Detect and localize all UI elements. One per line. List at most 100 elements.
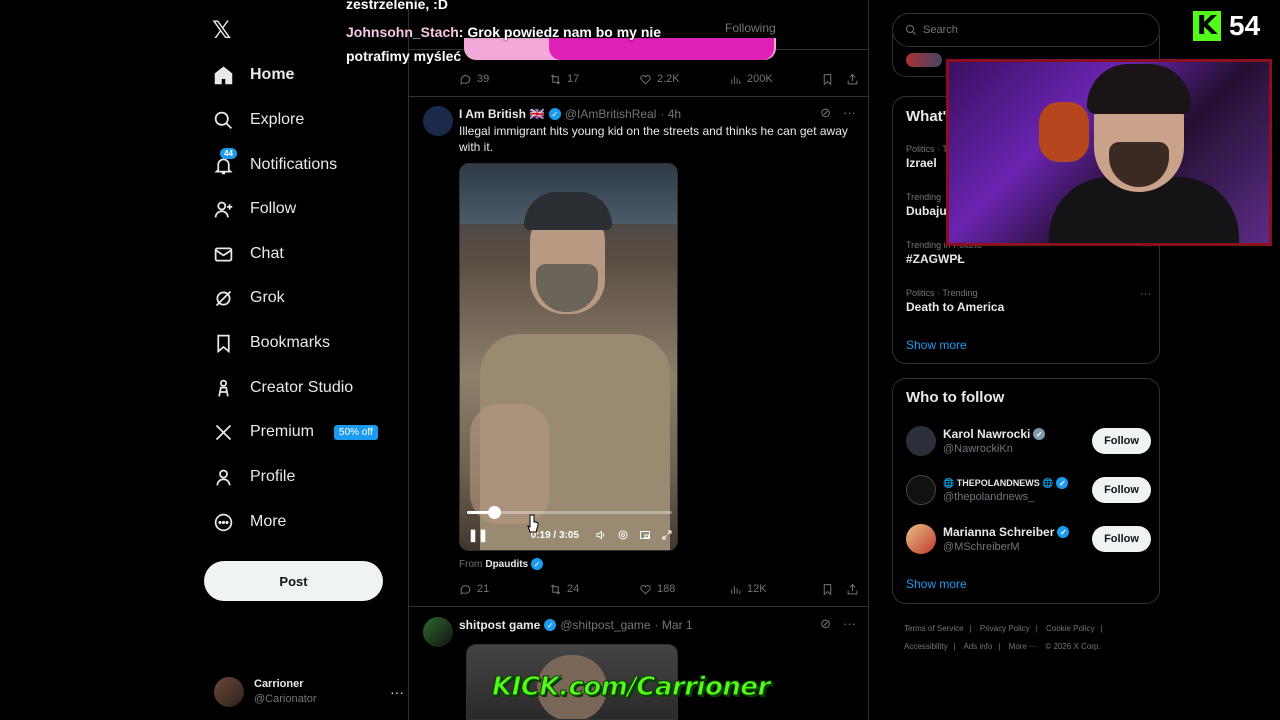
footer-links: Terms of Service | Privacy Policy | Cookie… <box>904 620 1154 656</box>
like-action[interactable]: 188 <box>639 583 729 596</box>
follow-button[interactable]: Follow <box>1092 477 1151 503</box>
nav-follow[interactable]: Follow <box>212 189 296 229</box>
from-label: From <box>459 558 483 570</box>
avatar-stack <box>906 53 942 67</box>
x-logo-icon[interactable]: 𝕏 <box>212 18 236 42</box>
verified-icon: ✓ <box>1056 477 1069 489</box>
follow-suggestion[interactable]: Karol Nawrocki ✓ @NawrockiKn Follow <box>906 421 1151 461</box>
nav-premium[interactable]: Premium 50% off <box>212 412 378 452</box>
suggestion-handle: @MSchreiberM <box>943 541 1020 553</box>
tweet-avatar[interactable] <box>423 106 453 136</box>
tweet-time[interactable]: · 4h <box>660 107 681 121</box>
nav-more-label: More <box>250 513 287 530</box>
nav-notifications-label: Notifications <box>250 156 338 173</box>
show-more-link[interactable]: Show more <box>906 338 967 352</box>
fullscreen-icon[interactable] <box>661 529 673 541</box>
tweet-author-handle[interactable]: @IAmBritishReal <box>565 107 657 121</box>
repost-action[interactable]: 24 <box>549 583 639 596</box>
tweet-tools <box>821 583 859 596</box>
nav-bookmarks-label: Bookmarks <box>250 334 331 351</box>
footer-link[interactable]: Accessibility <box>904 642 948 651</box>
share-icon[interactable] <box>846 73 859 86</box>
nav-bookmarks[interactable]: Bookmarks <box>212 323 330 363</box>
verified-icon: ✓ <box>548 108 561 120</box>
reply-action[interactable]: 39 <box>459 73 549 86</box>
verified-icon: ✓ <box>531 558 544 570</box>
account-avatar <box>214 677 244 707</box>
streamer-webcam <box>946 59 1272 246</box>
views-action[interactable]: 12K <box>729 583 819 596</box>
footer-link[interactable]: Cookie Policy <box>1046 624 1094 633</box>
tweet-text: Illegal immigrant hits young kid on the … <box>459 124 848 154</box>
video-frame-cap <box>524 192 612 230</box>
tweet-header: I Am British 🇬🇧 ✓ @IAmBritishReal · 4h <box>459 105 681 123</box>
picture-in-picture-icon[interactable] <box>639 529 651 541</box>
follow-button[interactable]: Follow <box>1092 428 1151 454</box>
grok-icon[interactable]: ⊘ <box>820 616 831 632</box>
follow-suggestion[interactable]: 🌐 THEPOLANDNEWS 🌐 ✓ @thepolandnews_ Follo… <box>906 470 1151 510</box>
share-icon[interactable] <box>846 583 859 596</box>
nav-notifications[interactable]: 44 Notifications <box>212 145 337 185</box>
footer-link[interactable]: Terms of Service <box>904 624 964 633</box>
settings-gear-icon[interactable] <box>617 529 629 541</box>
tweet-author-name[interactable]: shitpost game <box>459 618 540 632</box>
tab-following[interactable]: Following <box>725 21 776 35</box>
bookmark-icon <box>212 332 234 354</box>
views-action[interactable]: 200K <box>729 73 819 86</box>
tweet-avatar[interactable] <box>423 617 453 647</box>
repost-action[interactable]: 17 <box>549 73 639 86</box>
nav-grok[interactable]: Grok <box>212 278 285 318</box>
follow-button[interactable]: Follow <box>1092 526 1151 552</box>
suggestion-avatar <box>906 426 936 456</box>
nav-home-label: Home <box>250 66 295 83</box>
follow-suggestion[interactable]: Marianna Schreiber ✓ @MSchreiberM Follow <box>906 519 1151 559</box>
nav-explore[interactable]: Explore <box>212 100 304 140</box>
nav-profile[interactable]: Profile <box>212 457 295 497</box>
tweet-author-handle[interactable]: @shitpost_game <box>560 618 650 632</box>
timeline: Following 39 17 2.2K 200K I Am British 🇬… <box>408 0 869 720</box>
reply-icon <box>460 584 471 595</box>
trend-more-icon[interactable]: ··· <box>1140 288 1151 300</box>
tweet-time[interactable]: · Mar 1 <box>655 618 693 632</box>
pause-icon[interactable]: ❚❚ <box>468 528 488 542</box>
account-more-icon[interactable]: ··· <box>390 684 404 700</box>
bookmark-icon[interactable] <box>821 583 834 596</box>
show-more-link[interactable]: Show more <box>906 577 967 591</box>
nav-chat[interactable]: Chat <box>212 234 284 274</box>
volume-icon[interactable] <box>595 529 607 541</box>
viewer-counter: K 54 <box>1193 10 1260 42</box>
flag-icon: 🇬🇧 <box>529 107 545 121</box>
video-scrubber-handle[interactable] <box>487 506 501 519</box>
suggestion-avatar <box>906 475 936 505</box>
account-switcher[interactable]: Carrioner @Carionator ··· <box>214 672 404 712</box>
tweet-header-tools: ⊘ ··· <box>820 616 856 632</box>
footer-link[interactable]: Privacy Policy <box>980 624 1030 633</box>
post-button[interactable]: Post <box>204 561 383 601</box>
trend-item[interactable]: Politics · Trending Death to America ··· <box>906 288 1151 314</box>
trend-topic: #ZAGWPŁ <box>906 252 965 266</box>
reply-count: 21 <box>477 583 490 595</box>
repost-count: 17 <box>567 73 580 85</box>
nav-more[interactable]: More <box>212 502 286 542</box>
like-action[interactable]: 2.2K <box>639 73 729 86</box>
nav-home[interactable]: Home <box>212 55 294 95</box>
viewer-count: 54 <box>1229 10 1261 41</box>
trend-meta: Politics · Trending <box>906 288 978 298</box>
grok-icon[interactable]: ⊘ <box>820 105 831 121</box>
footer-link[interactable]: Ads info <box>963 642 992 651</box>
reply-action[interactable]: 21 <box>459 583 549 596</box>
nav-creator-studio[interactable]: Creator Studio <box>212 368 353 408</box>
verified-icon: ✓ <box>1033 428 1046 440</box>
video-player[interactable]: ❚❚ 0:19 / 3:05 <box>459 163 678 551</box>
more-icon[interactable]: ··· <box>843 105 856 121</box>
video-source: From Dpaudits ✓ <box>459 558 544 570</box>
suggestion-name: Marianna Schreiber <box>943 525 1055 539</box>
more-icon[interactable]: ··· <box>843 616 856 632</box>
video-progress-bar[interactable] <box>467 506 672 519</box>
suggestion-handle: @thepolandnews_ <box>943 491 1035 503</box>
tweet-author-name[interactable]: I Am British <box>459 107 526 121</box>
video-source-name[interactable]: Dpaudits <box>485 559 528 570</box>
reply-icon <box>460 74 471 85</box>
footer-link[interactable]: More ··· <box>1009 642 1037 651</box>
bookmark-icon[interactable] <box>821 73 834 86</box>
